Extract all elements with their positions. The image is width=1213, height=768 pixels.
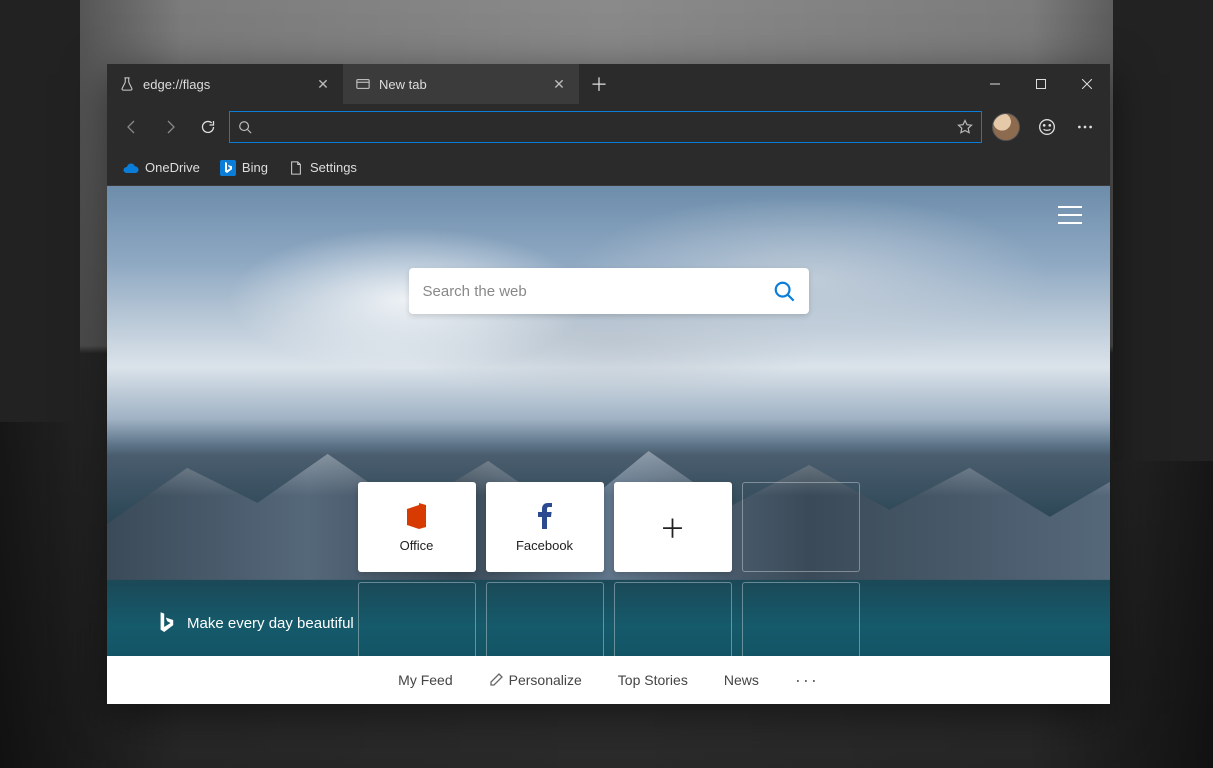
feed-label: News (724, 672, 759, 688)
bing-logo-icon (157, 612, 175, 634)
office-icon (403, 502, 431, 530)
settings-more-button[interactable] (1068, 110, 1102, 144)
favorite-label: Settings (310, 160, 357, 175)
profile-avatar[interactable] (992, 113, 1020, 141)
address-input[interactable] (260, 120, 949, 135)
newtab-icon (355, 76, 371, 92)
tile-empty[interactable] (742, 482, 860, 572)
favorite-star-icon[interactable] (957, 119, 973, 135)
favorite-onedrive[interactable]: OneDrive (115, 156, 208, 180)
window-controls (972, 64, 1110, 104)
favorite-settings[interactable]: Settings (280, 156, 365, 180)
tab-new-tab[interactable]: New tab ✕ (343, 64, 579, 104)
feed-top-stories[interactable]: Top Stories (618, 672, 688, 688)
tab-label: edge://flags (143, 77, 305, 92)
flask-icon (119, 76, 135, 92)
feed-my-feed[interactable]: My Feed (398, 672, 452, 688)
top-sites-tiles-row2 (358, 582, 860, 662)
feed-news[interactable]: News (724, 672, 759, 688)
favorite-label: Bing (242, 160, 268, 175)
close-tab-button[interactable]: ✕ (549, 74, 569, 94)
bing-icon (220, 160, 236, 176)
tile-empty[interactable] (742, 582, 860, 662)
tab-strip: edge://flags ✕ New tab ✕ ＋ (107, 64, 1110, 104)
feed-personalize[interactable]: Personalize (489, 672, 582, 688)
toolbar (107, 104, 1110, 150)
tile-office[interactable]: Office (358, 482, 476, 572)
page-icon (288, 160, 304, 176)
tile-empty[interactable] (486, 582, 604, 662)
feedback-smiley-icon[interactable] (1030, 110, 1064, 144)
favorite-bing[interactable]: Bing (212, 156, 276, 180)
address-bar[interactable] (229, 111, 982, 143)
favorite-label: OneDrive (145, 160, 200, 175)
bing-tagline: Make every day beautiful (157, 612, 354, 634)
tile-facebook[interactable]: Facebook (486, 482, 604, 572)
tagline-text: Make every day beautiful (187, 615, 354, 632)
feed-more-button[interactable]: ··· (795, 670, 819, 691)
tile-label: Office (400, 538, 434, 553)
tile-add[interactable]: ＋ (614, 482, 732, 572)
page-menu-button[interactable] (1058, 206, 1082, 224)
web-search-input[interactable] (423, 283, 773, 300)
feed-label: Personalize (509, 672, 582, 688)
tab-label: New tab (379, 77, 541, 92)
new-tab-page: Office Facebook ＋ Make every day b (107, 186, 1110, 704)
onedrive-icon (123, 160, 139, 176)
plus-icon: ＋ (659, 509, 685, 546)
tab-edge-flags[interactable]: edge://flags ✕ (107, 64, 343, 104)
forward-button[interactable] (153, 110, 187, 144)
web-search-box[interactable] (409, 268, 809, 314)
minimize-button[interactable] (972, 64, 1018, 104)
refresh-button[interactable] (191, 110, 225, 144)
facebook-icon (531, 502, 559, 530)
maximize-button[interactable] (1018, 64, 1064, 104)
pencil-icon (489, 673, 503, 687)
feed-bar: My Feed Personalize Top Stories News ··· (107, 656, 1110, 704)
search-icon[interactable] (773, 280, 795, 302)
browser-window: edge://flags ✕ New tab ✕ ＋ (107, 64, 1110, 704)
tile-empty[interactable] (358, 582, 476, 662)
feed-label: My Feed (398, 672, 452, 688)
search-icon (238, 120, 252, 134)
tile-label: Facebook (516, 538, 573, 553)
feed-label: Top Stories (618, 672, 688, 688)
back-button[interactable] (115, 110, 149, 144)
close-window-button[interactable] (1064, 64, 1110, 104)
close-tab-button[interactable]: ✕ (313, 74, 333, 94)
new-tab-button[interactable]: ＋ (579, 64, 619, 104)
favorites-bar: OneDrive Bing Settings (107, 150, 1110, 186)
top-sites-tiles: Office Facebook ＋ (358, 482, 860, 572)
tile-empty[interactable] (614, 582, 732, 662)
